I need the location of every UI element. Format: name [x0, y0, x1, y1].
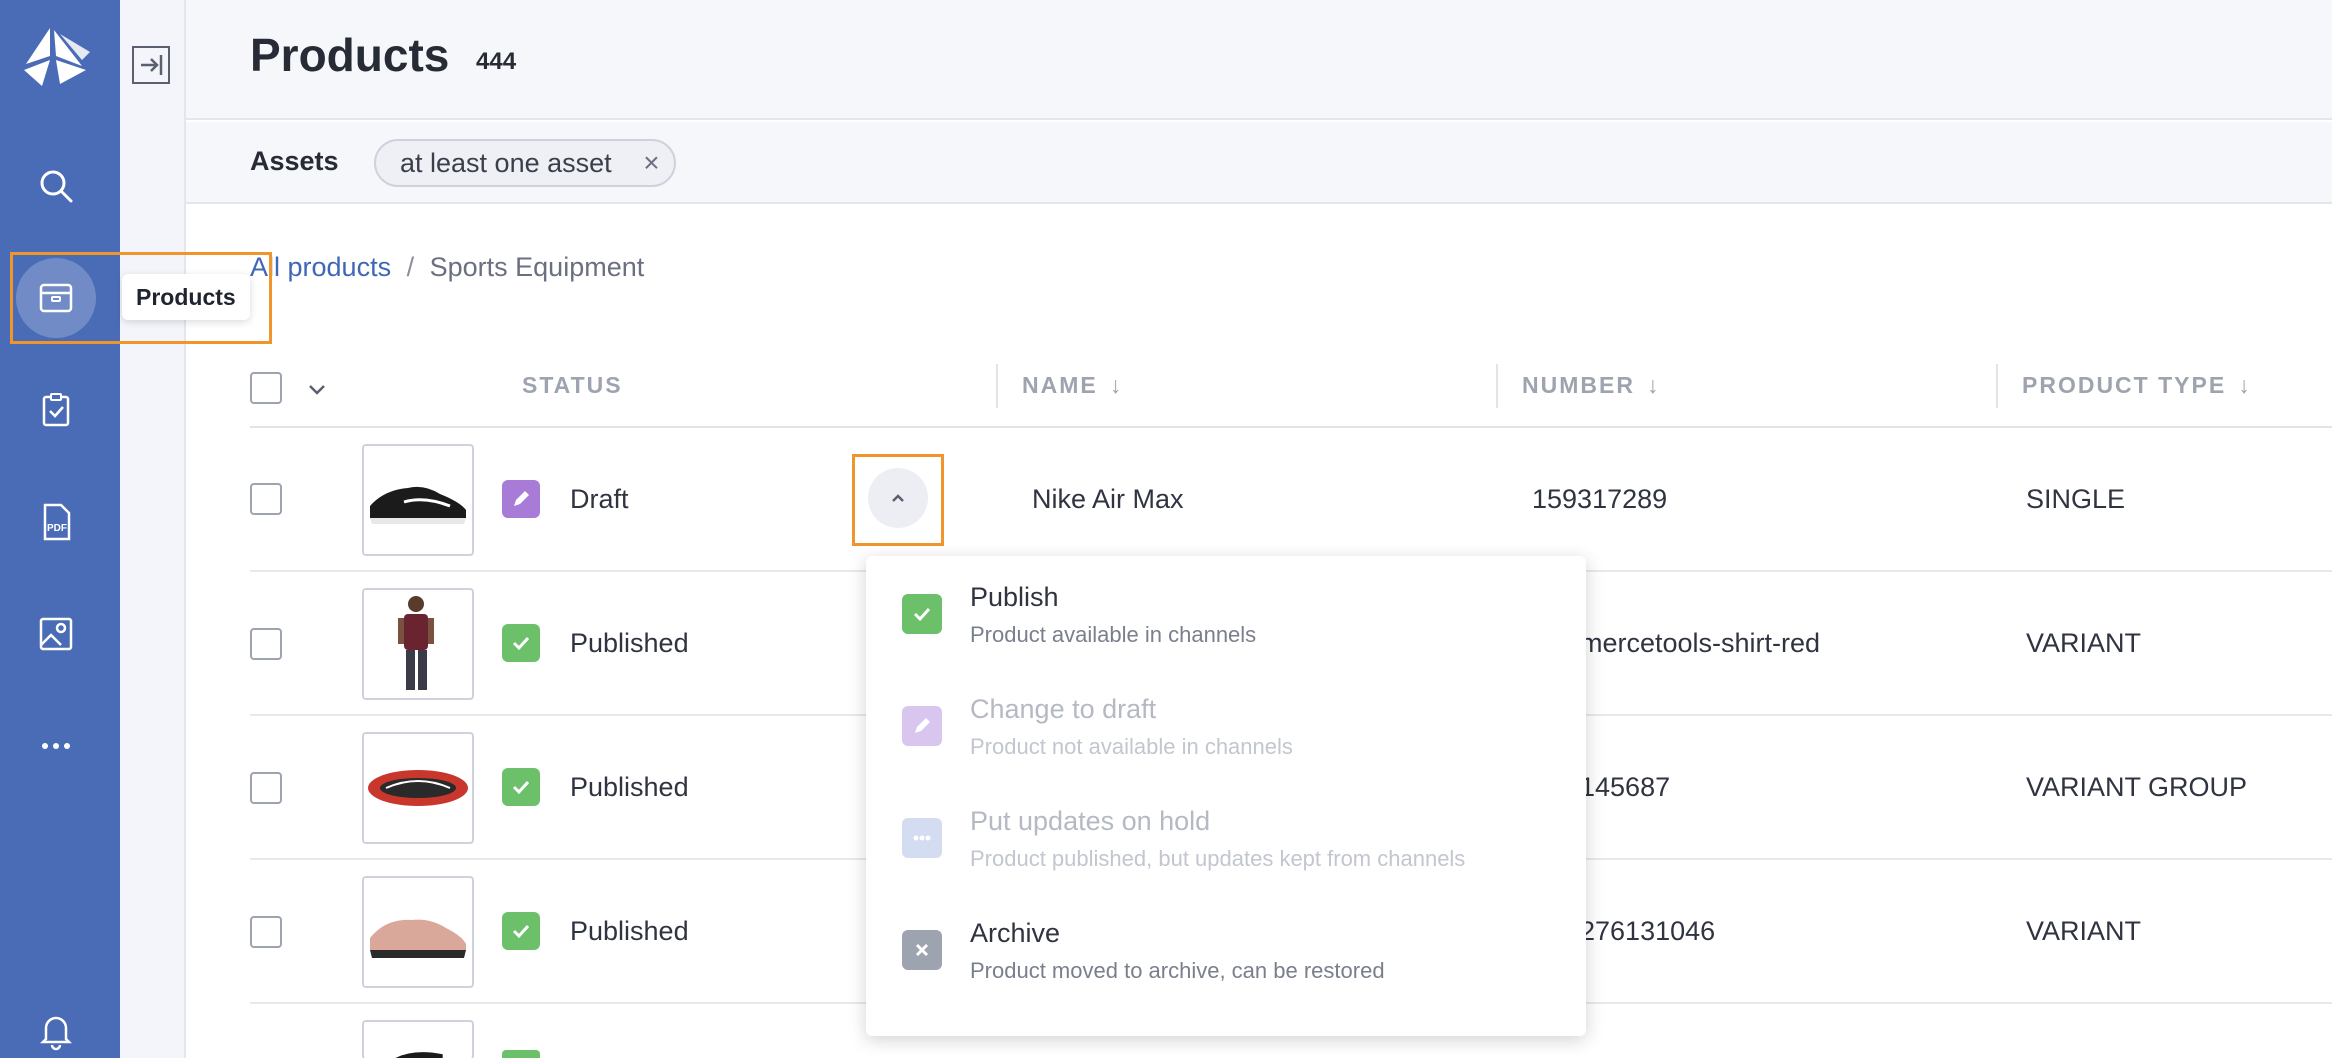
tasks-icon	[42, 393, 70, 427]
check-icon	[902, 594, 942, 634]
nav-media-button[interactable]	[16, 594, 96, 674]
row-product-type: VARIANT GROUP	[2026, 772, 2248, 802]
menu-item-archive[interactable]: Archive Product moved to archive, can be…	[866, 876, 1586, 988]
menu-item-description: Product available in channels	[970, 622, 1257, 647]
table-header-divider	[250, 426, 2332, 428]
sort-arrow-icon: ↓	[2238, 372, 2252, 398]
app: PDF Products 444 Assets at least one ass…	[0, 0, 2332, 1058]
image-icon	[39, 617, 73, 651]
status-dropdown-menu: Publish Product available in channels Ch…	[866, 556, 1586, 1036]
menu-item-title: Put updates on hold	[970, 806, 1211, 836]
ellipsis-icon	[902, 818, 942, 858]
column-number-label: NUMBER	[1522, 372, 1635, 398]
column-header-name[interactable]: NAME ↓	[1022, 372, 1123, 399]
row-status: Published	[570, 628, 689, 658]
sneaker-image	[370, 486, 466, 524]
product-thumbnail[interactable]	[362, 444, 474, 556]
column-name-label: NAME	[1022, 372, 1098, 398]
page-title: Products	[250, 29, 450, 81]
row-checkbox[interactable]	[250, 628, 282, 660]
filter-bar: Assets at least one asset ×	[186, 122, 2332, 204]
row-number: mercetools-shirt-red	[1580, 628, 1821, 658]
filter-chip-label: at least one asset	[400, 148, 612, 178]
check-icon	[502, 624, 540, 662]
filter-label: Assets	[250, 146, 339, 176]
collapse-button[interactable]	[132, 46, 170, 84]
sneaker-image	[395, 1052, 443, 1058]
column-product-type-label: PRODUCT TYPE	[2022, 372, 2227, 398]
nav-search-button[interactable]	[16, 146, 96, 226]
collapse-panel	[120, 0, 186, 1058]
nav-tasks-button[interactable]	[16, 370, 96, 450]
check-icon	[502, 768, 540, 806]
nav-rail: PDF	[0, 0, 120, 1058]
menu-item-put-updates-on-hold[interactable]: Put updates on hold Product published, b…	[866, 764, 1586, 876]
more-icon	[42, 743, 70, 749]
select-all-checkbox[interactable]	[250, 372, 282, 404]
column-header-number[interactable]: NUMBER ↓	[1522, 372, 1660, 399]
row-status: Published	[570, 916, 689, 946]
row-status: Published	[570, 772, 689, 802]
menu-item-change-to-draft[interactable]: Change to draft Product not available in…	[866, 652, 1586, 764]
sort-arrow-icon: ↓	[1646, 372, 1661, 398]
menu-item-description: Product not available in channels	[970, 734, 1293, 759]
breadcrumb-current: Sports Equipment	[429, 252, 645, 282]
row-product-type: VARIANT	[2026, 916, 2142, 946]
row-number: 145687	[1580, 772, 1671, 802]
check-icon	[502, 912, 540, 950]
close-icon[interactable]: ×	[643, 141, 659, 185]
row-number: 159317289	[1532, 484, 1668, 514]
x-icon	[902, 930, 942, 970]
breadcrumb: All products / Sports Equipment	[250, 252, 644, 283]
product-thumbnail[interactable]	[362, 732, 474, 844]
breadcrumb-separator: /	[406, 252, 415, 282]
svg-text:PDF: PDF	[47, 523, 67, 534]
sneaker-image	[370, 919, 466, 958]
menu-item-title: Change to draft	[970, 694, 1157, 724]
product-count: 444	[476, 48, 517, 75]
column-header-status: STATUS	[522, 372, 623, 399]
status-toggle-highlight	[852, 454, 944, 546]
product-thumbnail[interactable]	[362, 876, 474, 988]
logo-icon[interactable]	[20, 26, 92, 88]
tank-top-model-image	[398, 596, 434, 690]
menu-item-publish[interactable]: Publish Product available in channels	[866, 540, 1586, 652]
nav-more-button[interactable]	[16, 706, 96, 786]
sort-arrow-icon: ↓	[1109, 372, 1124, 398]
nav-pdf-button[interactable]: PDF	[16, 482, 96, 562]
products-tooltip: Products	[122, 274, 250, 320]
nav-notifications-button[interactable]	[16, 990, 96, 1058]
bell-icon	[39, 1016, 73, 1051]
row-number: 276131046	[1580, 916, 1716, 946]
row-product-type: VARIANT	[2026, 628, 2142, 658]
status-icon	[502, 1050, 540, 1058]
product-thumbnail[interactable]	[362, 588, 474, 700]
search-icon	[40, 170, 73, 203]
column-divider	[1496, 364, 1498, 408]
column-header-product-type[interactable]: PRODUCT TYPE ↓	[2022, 372, 2252, 399]
menu-item-description: Product published, but updates kept from…	[970, 846, 1466, 871]
pdf-icon: PDF	[43, 503, 71, 541]
pencil-icon	[902, 706, 942, 746]
sneaker-image	[368, 770, 468, 806]
filter-chip[interactable]: at least one asset ×	[374, 139, 676, 187]
page-header: Products 444	[186, 0, 2332, 120]
row-product-type: SINGLE	[2026, 484, 2126, 514]
collapse-icon	[141, 55, 163, 75]
chevron-down-icon[interactable]	[306, 378, 328, 400]
product-thumbnail[interactable]	[362, 1020, 474, 1058]
menu-item-description: Product moved to archive, can be restore…	[970, 958, 1385, 983]
pencil-icon	[502, 480, 540, 518]
row-name: Nike Air Max	[1032, 484, 1184, 514]
row-checkbox[interactable]	[250, 772, 282, 804]
row-checkbox[interactable]	[250, 483, 282, 515]
menu-item-title: Archive	[970, 918, 1061, 948]
column-status-label: STATUS	[522, 372, 623, 398]
row-checkbox[interactable]	[250, 916, 282, 948]
column-divider	[1996, 364, 1998, 408]
row-status: Draft	[570, 484, 629, 514]
menu-item-title: Publish	[970, 582, 1059, 612]
column-divider	[996, 364, 998, 408]
